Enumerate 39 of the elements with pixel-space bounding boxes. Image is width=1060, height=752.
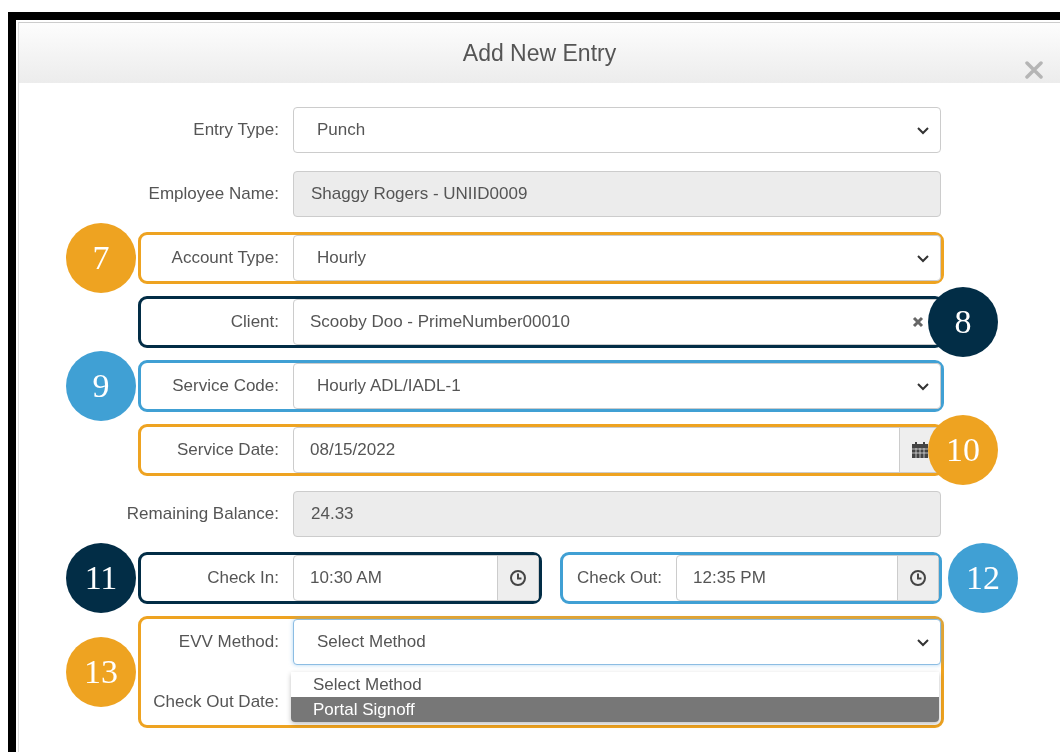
field-label: Check Out Date: [153, 692, 279, 712]
dropdown-option[interactable]: Portal Signoff [291, 697, 939, 722]
select-field[interactable]: Hourly ADL/IADL-1 [293, 363, 941, 409]
clock-button[interactable] [497, 556, 538, 600]
callout-number: 10 [928, 415, 998, 485]
time-field[interactable]: 12:35 PM [676, 555, 939, 601]
field-label: Client: [230, 312, 279, 332]
callout-number: 11 [66, 543, 136, 613]
select-field[interactable]: Select Method [293, 619, 941, 665]
chevron-down-icon [916, 253, 930, 263]
select-field[interactable]: Punch [293, 107, 941, 153]
field-label: Entry Type: [193, 120, 279, 140]
clock-icon [509, 569, 527, 587]
field-label: Account Type: [171, 248, 279, 268]
time-field[interactable]: 10:30 AM [293, 555, 539, 601]
callout-number: 7 [66, 223, 136, 293]
chevron-down-icon [916, 637, 930, 647]
chevron-down-icon [916, 381, 930, 391]
callout-number: 9 [66, 351, 136, 421]
field-label: Remaining Balance: [126, 504, 279, 524]
field-label: Employee Name: [148, 184, 279, 204]
field-label: Check In: [207, 568, 279, 588]
field-label: Service Date: [176, 440, 279, 460]
readonly-field: Shaggy Rogers - UNIID0009 [293, 171, 941, 217]
callout-number: 12 [948, 543, 1018, 613]
dropdown-option[interactable]: Select Method [291, 672, 939, 697]
calendar-icon [911, 441, 929, 459]
readonly-field: 24.33 [293, 491, 941, 537]
field-label: EVV Method: [178, 632, 279, 652]
callout-number: 13 [66, 637, 136, 707]
select-field[interactable]: Hourly [293, 235, 941, 281]
clock-button[interactable] [897, 556, 938, 600]
chevron-down-icon [916, 125, 930, 135]
clear-icon[interactable] [912, 316, 924, 328]
field-label: Service Code: [172, 376, 279, 396]
callout-number: 8 [928, 287, 998, 357]
dialog-title: Add New Entry [462, 39, 617, 67]
field-label: Check Out: [577, 568, 663, 588]
clock-icon [909, 569, 927, 587]
